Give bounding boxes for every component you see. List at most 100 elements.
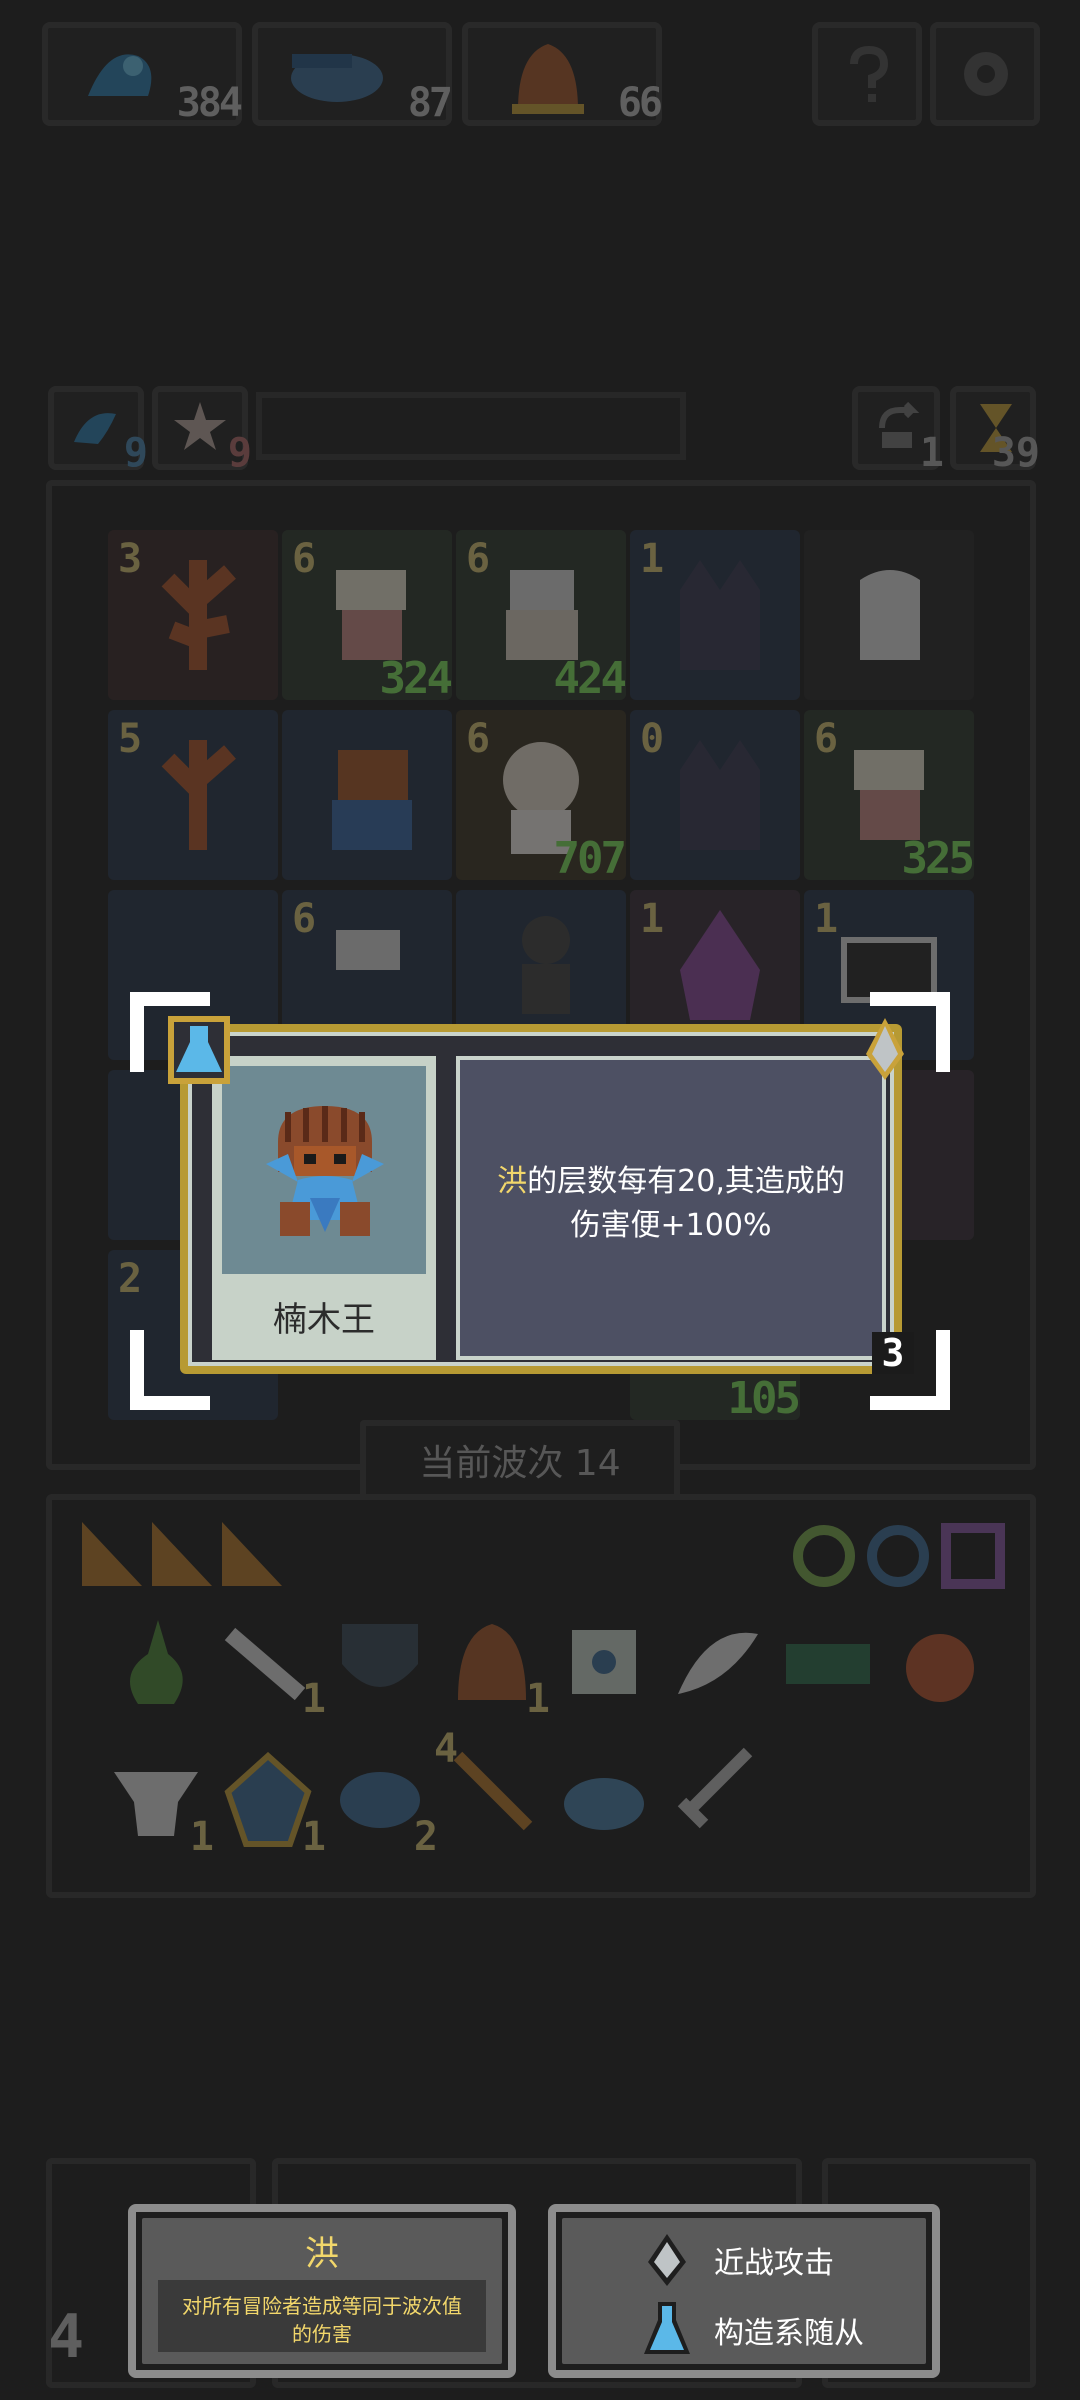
- item-count: 1: [525, 1676, 550, 1722]
- potion-icon: [130, 1620, 183, 1704]
- melee-attack-icon: [648, 2234, 686, 2286]
- unit-info-card[interactable]: 楠木王 洪的层数每有20,其造成的 伤害便+100%: [180, 1024, 902, 1374]
- resource-bell: 66: [462, 22, 663, 126]
- star-buff-icon: [174, 402, 226, 450]
- shard-icons: [82, 1522, 282, 1586]
- refresh-slot[interactable]: 1: [852, 386, 944, 476]
- blue-buff-slot[interactable]: 9: [48, 386, 148, 476]
- board-cell[interactable]: 5: [108, 710, 278, 880]
- resource-essence: 384: [42, 22, 243, 126]
- board-cell[interactable]: 3: [108, 530, 278, 700]
- board-cell[interactable]: 1: [630, 530, 800, 700]
- inventory-slot[interactable]: [332, 1614, 428, 1710]
- unit-hp: 424: [553, 653, 628, 704]
- desc-line1: 的层数每有20,其造成的: [527, 1164, 845, 1199]
- card-inner: 楠木王 洪的层数每有20,其造成的 伤害便+100%: [188, 1032, 894, 1366]
- bell-icon: [512, 44, 584, 114]
- construct-flask-icon: [168, 1016, 230, 1084]
- wand-icon: [453, 1751, 533, 1831]
- item-count: 1: [301, 1814, 326, 1860]
- unit-description-box: 洪的层数每有20,其造成的 伤害便+100%: [456, 1056, 886, 1360]
- inventory-slot[interactable]: 1: [220, 1751, 326, 1860]
- tree-unit-icon: [161, 740, 236, 850]
- unit-hp: 707: [553, 833, 628, 884]
- fish-icon: [564, 1778, 644, 1830]
- unit-hp: 325: [901, 833, 976, 884]
- inventory-slot[interactable]: [108, 1614, 204, 1710]
- nanmu-king-icon: [266, 1106, 384, 1236]
- inventory-slot[interactable]: [556, 1752, 652, 1848]
- flood-body: 对所有冒险者造成等同于波次值的伤害: [158, 2280, 486, 2352]
- flood-title: 洪: [305, 2234, 339, 2274]
- board-cell[interactable]: 6 707: [456, 710, 627, 884]
- unit-portrait-box: 楠木王: [212, 1056, 436, 1360]
- settings-button[interactable]: [930, 22, 1040, 126]
- settings-icon: [964, 52, 1008, 96]
- inventory-slot[interactable]: [780, 1614, 876, 1710]
- bell-count: 66: [617, 80, 663, 126]
- game-screen: { "resources": [ {"name": "blue-essence-…: [0, 0, 1080, 2400]
- flood-tooltip[interactable]: 洪 对所有冒险者造成等同于波次值的伤害: [128, 2204, 516, 2378]
- board-cell[interactable]: 6 424: [456, 530, 627, 704]
- inventory-slot[interactable]: 2: [332, 1752, 438, 1860]
- help-button[interactable]: [812, 22, 922, 126]
- hourglass-count: 39: [991, 430, 1040, 476]
- inventory-slot[interactable]: 1: [444, 1614, 550, 1722]
- board-cell[interactable]: 0: [630, 710, 800, 880]
- tags-tooltip[interactable]: 近战攻击 构造系随从: [548, 2204, 940, 2378]
- star-buff-count: 9: [227, 430, 252, 476]
- unit-level: 6: [292, 536, 317, 582]
- item-count: 2: [413, 1814, 438, 1860]
- refresh-count: 1: [919, 430, 944, 476]
- essence-count: 384: [176, 80, 243, 126]
- apple-icon: [906, 1634, 974, 1702]
- unit-portrait: [222, 1066, 426, 1274]
- inventory-slot[interactable]: [668, 1742, 764, 1838]
- board-cell[interactable]: [804, 530, 974, 700]
- statue-unit-icon: [522, 916, 570, 1014]
- inventory-slot[interactable]: [892, 1614, 988, 1710]
- melee-attack-icon: [866, 1018, 904, 1080]
- bottom-left-number: 4: [48, 2302, 85, 2372]
- unit-level: 3: [118, 536, 143, 582]
- unit-name: 楠木王: [273, 1300, 375, 1340]
- board-cell[interactable]: [282, 710, 452, 880]
- fish-icon: [291, 54, 383, 102]
- inventory-slot[interactable]: [668, 1614, 764, 1710]
- bench-icon: [786, 1644, 870, 1684]
- desc-line2: 伤害便+100%: [570, 1208, 772, 1243]
- blue-essence-icon: [88, 54, 152, 96]
- item-count: 4: [434, 1726, 459, 1772]
- dice-icon: [572, 1630, 636, 1694]
- inventory-slot[interactable]: 4: [434, 1726, 540, 1838]
- beast-unit-icon: [680, 560, 760, 670]
- star-buff-slot[interactable]: 9: [152, 386, 252, 476]
- unit-hp: 324: [379, 653, 454, 704]
- item-count: 1: [301, 1676, 326, 1722]
- resource-fish: 87: [252, 22, 453, 126]
- knight-unit-icon: [336, 930, 400, 970]
- sword-icon: [677, 1747, 753, 1829]
- board-cell[interactable]: 6 324: [282, 530, 453, 704]
- unit-hp: 105: [727, 1373, 802, 1424]
- golem-unit-icon: [332, 750, 412, 850]
- tag-construct-minion: 构造系随从: [714, 2316, 864, 2351]
- inventory-slot[interactable]: [556, 1614, 652, 1710]
- flood-tooltip-inner: 洪 对所有冒险者造成等同于波次值的伤害: [142, 2218, 502, 2364]
- beast-unit-icon: [680, 740, 760, 850]
- buff-bar: [256, 392, 686, 460]
- inventory-slot[interactable]: 1: [108, 1752, 214, 1860]
- feather-icon: [678, 1632, 758, 1694]
- construct-flask-icon: [644, 2302, 690, 2354]
- demon-unit-icon: [680, 910, 760, 1020]
- ghost-unit-icon: [860, 570, 920, 660]
- stack-count: 3: [872, 1332, 914, 1374]
- tags-tooltip-inner: 近战攻击 构造系随从: [562, 2218, 926, 2364]
- inventory-slot[interactable]: 1: [220, 1614, 326, 1722]
- unit-level: 5: [118, 716, 143, 762]
- fish-count: 87: [407, 80, 453, 126]
- hourglass-slot[interactable]: 39: [950, 386, 1040, 476]
- board-cell[interactable]: 6 325: [804, 710, 975, 884]
- unit-description: 洪的层数每有20,其造成的 伤害便+100%: [470, 1160, 872, 1248]
- keyword-flood[interactable]: 洪: [497, 1164, 527, 1199]
